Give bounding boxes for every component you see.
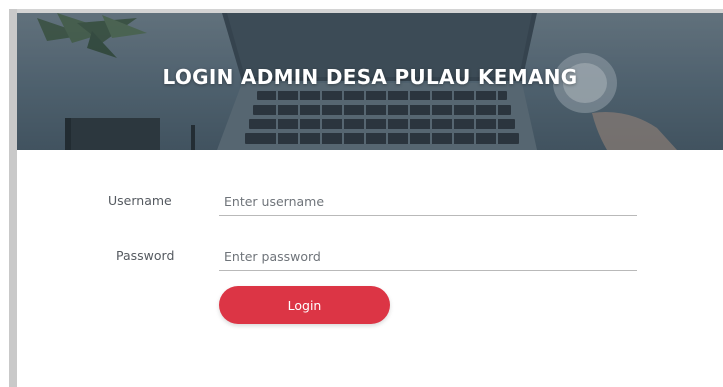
login-header-banner: LOGIN ADMIN DESA PULAU KEMANG	[17, 13, 723, 150]
frame-left-border	[9, 9, 17, 387]
login-button[interactable]: Login	[219, 286, 390, 324]
page-title: LOGIN ADMIN DESA PULAU KEMANG	[162, 65, 578, 89]
top-strip	[0, 0, 723, 9]
password-input[interactable]	[219, 243, 637, 271]
username-input[interactable]	[219, 188, 637, 216]
password-label: Password	[116, 248, 175, 263]
username-label: Username	[108, 193, 172, 208]
